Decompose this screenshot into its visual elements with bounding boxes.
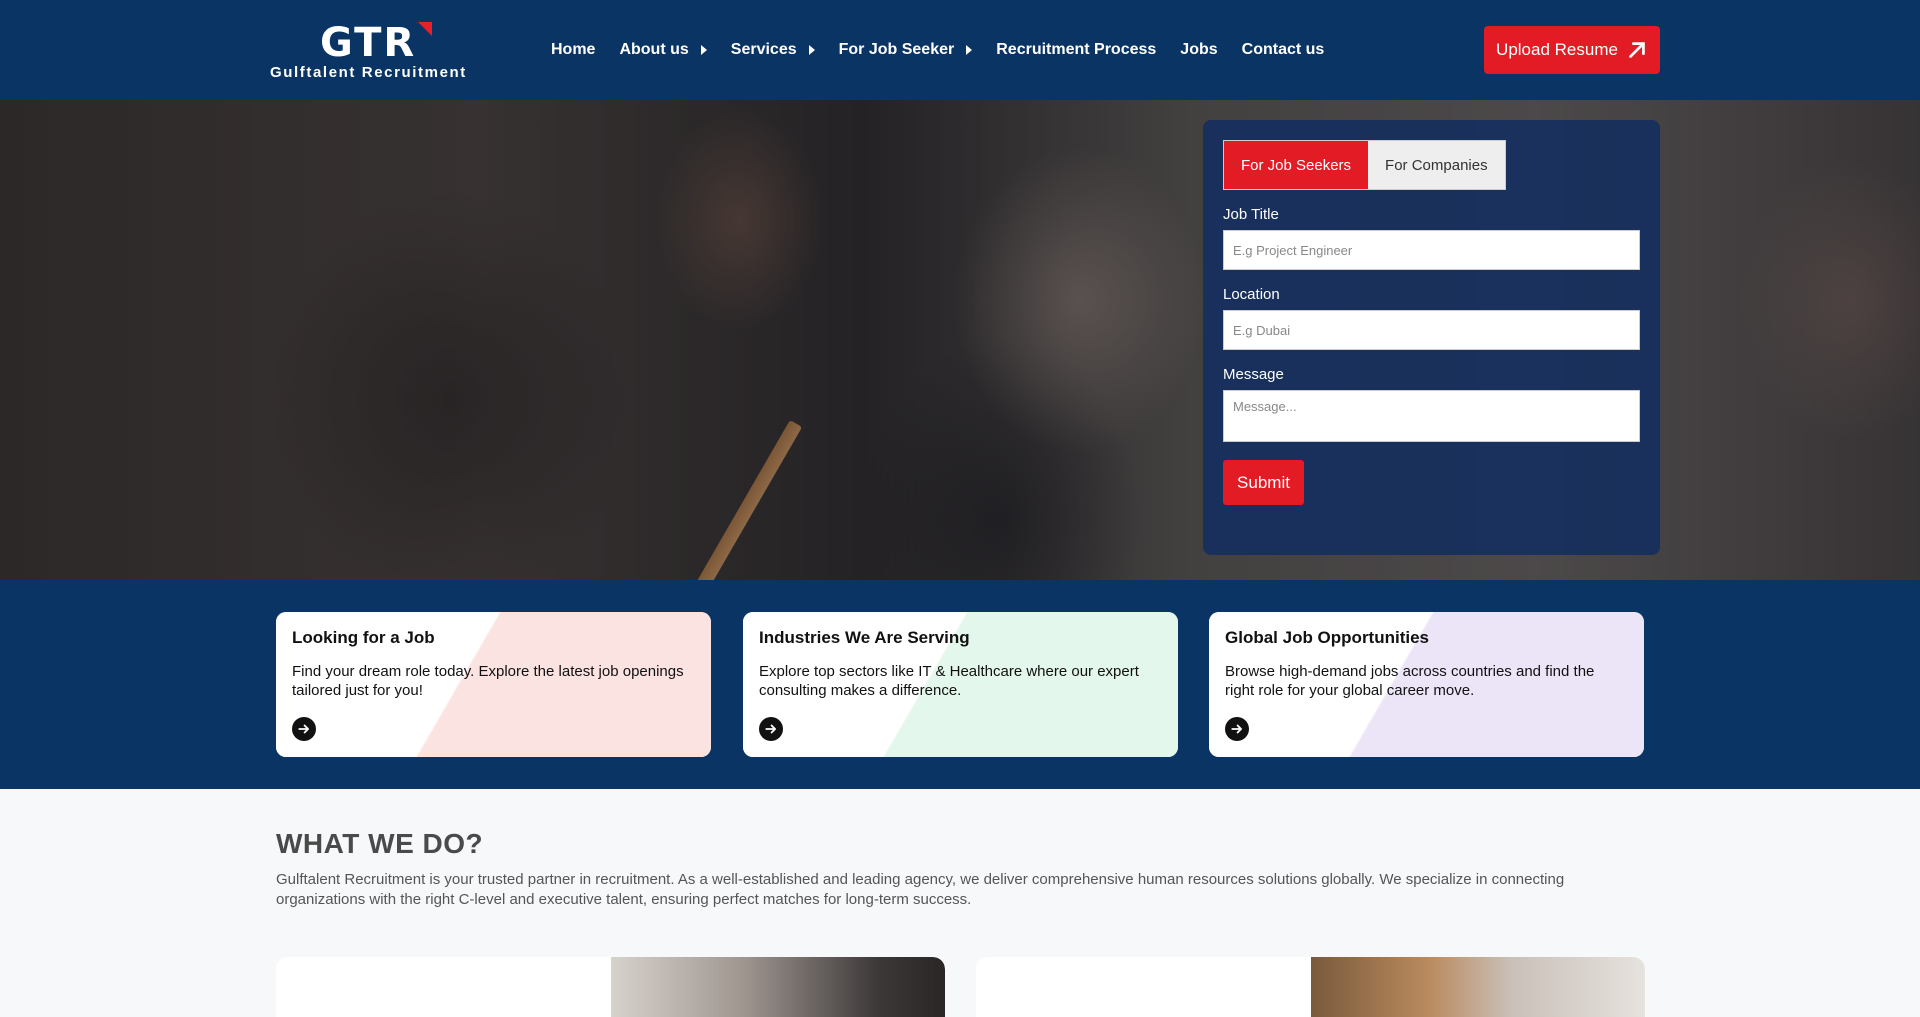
nav-item-about-us[interactable]: About us — [619, 41, 707, 59]
arrow-right-circle-icon[interactable] — [292, 717, 316, 741]
main-nav: Home About us Services For Job Seeker Re… — [551, 0, 1348, 100]
tab-for-job-seekers[interactable]: For Job Seekers — [1224, 141, 1369, 189]
nav-item-label: Home — [551, 41, 596, 58]
what-we-do-section: WHAT WE DO? Gulftalent Recruitment is yo… — [276, 828, 1646, 910]
arrow-right-circle-icon[interactable] — [759, 717, 783, 741]
section-title: WHAT WE DO? — [276, 828, 484, 859]
nav-item-label: About us — [619, 41, 689, 58]
card-description: Find your dream role today. Explore the … — [292, 663, 684, 699]
nav-item-contact-us[interactable]: Contact us — [1242, 41, 1325, 59]
nav-item-for-job-seeker[interactable]: For Job Seeker — [839, 41, 973, 59]
logo-wordmark: Gulftalent Recruitment — [270, 64, 467, 81]
job-title-input[interactable] — [1223, 230, 1640, 270]
form-tabs: For Job Seekers For Companies — [1223, 140, 1506, 190]
job-search-form: For Job Seekers For Companies Job Title … — [1203, 120, 1660, 555]
location-label: Location — [1223, 286, 1280, 303]
nav-item-label: For Job Seeker — [838, 41, 955, 58]
card-global-opportunities[interactable]: Global Job Opportunities Browse high-dem… — [1209, 612, 1644, 757]
nav-item-home[interactable]: Home — [551, 41, 595, 59]
logo[interactable]: GTR Gulftalent Recruitment — [270, 20, 485, 85]
highlights-band: Looking for a Job Find your dream role t… — [0, 580, 1920, 789]
location-input[interactable] — [1223, 310, 1640, 350]
card-description: Explore top sectors like IT & Healthcare… — [759, 663, 1139, 699]
card-looking-for-job[interactable]: Looking for a Job Find your dream role t… — [276, 612, 711, 757]
nav-item-services[interactable]: Services — [731, 41, 815, 59]
card-description: Browse high-demand jobs across countries… — [1225, 663, 1595, 699]
message-label: Message — [1223, 366, 1284, 383]
upload-resume-label: Upload Resume — [1496, 40, 1618, 59]
site-header: GTR Gulftalent Recruitment Home About us… — [0, 0, 1920, 100]
message-textarea[interactable] — [1223, 390, 1640, 442]
logo-accent-icon — [418, 22, 432, 36]
submit-button[interactable]: Submit — [1223, 460, 1304, 505]
caret-right-icon — [808, 45, 815, 55]
upload-resume-button[interactable]: Upload Resume — [1484, 26, 1660, 74]
feature-card — [976, 957, 1645, 1017]
card-title: Looking for a Job — [292, 628, 435, 647]
arrow-up-right-icon — [1629, 42, 1645, 58]
nav-item-jobs[interactable]: Jobs — [1180, 41, 1217, 59]
caret-right-icon — [966, 45, 973, 55]
hero-banner: For Job Seekers For Companies Job Title … — [0, 100, 1920, 580]
caret-right-icon — [700, 45, 707, 55]
card-industries[interactable]: Industries We Are Serving Explore top se… — [743, 612, 1178, 757]
feature-image — [1311, 957, 1645, 1017]
job-title-label: Job Title — [1223, 206, 1279, 223]
card-title: Global Job Opportunities — [1225, 628, 1429, 647]
section-text: Gulftalent Recruitment is your trusted p… — [276, 871, 1565, 908]
nav-item-recruitment-process[interactable]: Recruitment Process — [996, 41, 1156, 59]
tab-for-companies[interactable]: For Companies — [1368, 141, 1505, 189]
card-title: Industries We Are Serving — [759, 628, 970, 647]
nav-item-label: Jobs — [1180, 41, 1218, 58]
nav-item-label: Recruitment Process — [996, 41, 1157, 58]
arrow-right-circle-icon[interactable] — [1225, 717, 1249, 741]
nav-item-label: Contact us — [1241, 41, 1325, 58]
logo-mark: GTR — [320, 20, 417, 66]
nav-item-label: Services — [730, 41, 797, 58]
feature-card — [276, 957, 945, 1017]
feature-image — [611, 957, 945, 1017]
